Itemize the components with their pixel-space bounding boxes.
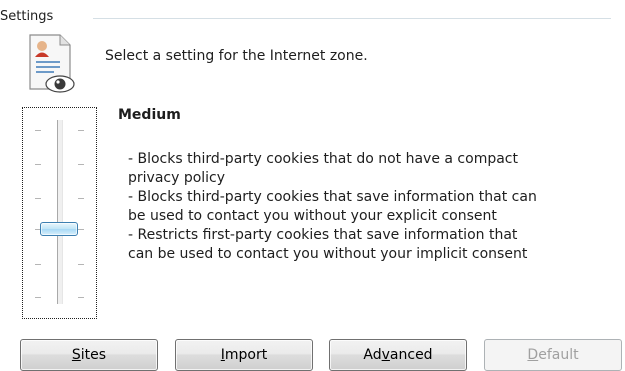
- zone-description: Select a setting for the Internet zone.: [105, 48, 368, 64]
- slider-tick: [35, 164, 41, 165]
- button-label: Import: [220, 347, 268, 363]
- slider-tick: [35, 198, 41, 199]
- button-label: Default: [527, 347, 579, 363]
- slider-tick: [78, 264, 84, 265]
- slider-tick: [78, 130, 84, 131]
- button-label: Sites: [71, 347, 107, 363]
- slider-track[interactable]: [57, 120, 63, 304]
- slider-tick: [78, 164, 84, 165]
- default-button[interactable]: Default: [484, 339, 622, 371]
- slider-tick: [78, 198, 84, 199]
- description-line: - Blocks third-party cookies that save i…: [128, 189, 537, 205]
- privacy-level-title: Medium: [118, 107, 181, 123]
- slider-thumb[interactable]: [40, 222, 78, 236]
- privacy-level-description: - Blocks third-party cookies that do not…: [128, 150, 537, 264]
- slider-tick: [35, 297, 41, 298]
- description-line: be used to contact you without your expl…: [128, 208, 497, 224]
- description-line: privacy policy: [128, 170, 226, 186]
- slider-tick: [78, 229, 84, 230]
- slider-tick: [35, 130, 41, 131]
- privacy-level-slider[interactable]: [22, 107, 97, 319]
- privacy-document-eye-icon: [29, 34, 75, 93]
- groupbox-divider: [93, 18, 611, 19]
- slider-tick: [78, 297, 84, 298]
- description-line: - Restricts first-party cookies that sav…: [128, 227, 518, 243]
- slider-tick: [35, 264, 41, 265]
- import-button[interactable]: Import: [175, 339, 313, 371]
- button-label: Advanced: [363, 347, 433, 363]
- description-line: can be used to contact you without your …: [128, 246, 528, 262]
- advanced-button[interactable]: Advanced: [329, 339, 467, 371]
- description-line: - Blocks third-party cookies that do not…: [128, 151, 518, 167]
- sites-button[interactable]: Sites: [20, 339, 158, 371]
- groupbox-title: Settings: [0, 9, 58, 24]
